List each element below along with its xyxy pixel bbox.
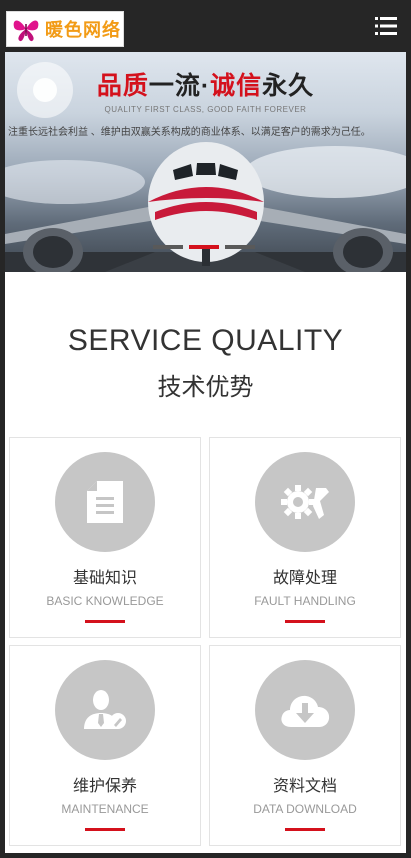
section-title-en: SERVICE QUALITY bbox=[67, 324, 344, 357]
slogan-part-4: 永久 bbox=[262, 72, 315, 100]
service-title-en: BASIC KNOWLEDGE bbox=[46, 594, 164, 608]
service-title-en: MAINTENANCE bbox=[61, 802, 149, 816]
service-card-fault-handling[interactable]: 故障处理 FAULT HANDLING bbox=[209, 437, 401, 638]
cloud-download-icon bbox=[281, 695, 330, 727]
icon-circle bbox=[255, 660, 355, 760]
banner-subtitle: QUALITY FIRST CLASS, GOOD FAITH FOREVER bbox=[104, 105, 307, 114]
service-title-cn: 故障处理 bbox=[272, 570, 337, 587]
service-title-cn: 基础知识 bbox=[72, 570, 137, 587]
slide-dot-2[interactable] bbox=[189, 245, 219, 249]
service-card-data-download[interactable]: 资料文档 DATA DOWNLOAD bbox=[209, 645, 401, 846]
service-title-cn: 维护保养 bbox=[72, 778, 137, 795]
service-title-cn: 资料文档 bbox=[272, 778, 337, 795]
slide-dot-3[interactable] bbox=[225, 245, 255, 249]
slogan-part-3: 诚信 bbox=[210, 72, 263, 100]
accent-bar bbox=[285, 620, 325, 623]
service-section: SERVICE QUALITY 技术优势 基础知识 BASIC KNOWLEDG… bbox=[5, 272, 406, 853]
slide-indicator bbox=[153, 245, 255, 249]
list-menu-icon[interactable] bbox=[375, 16, 397, 36]
document-icon bbox=[87, 481, 123, 523]
accent-bar bbox=[85, 620, 125, 623]
accent-bar bbox=[285, 828, 325, 831]
hero-banner[interactable]: 品质一流·诚信永久 QUALITY FIRST CLASS, GOOD FAIT… bbox=[5, 52, 406, 272]
banner-description: 注重长远社会利益 、维护由双赢关系构成的商业体系、以满足客户的需求为己任。 bbox=[8, 127, 371, 138]
support-person-icon bbox=[84, 690, 126, 729]
gears-icon bbox=[281, 485, 329, 519]
icon-circle bbox=[55, 660, 155, 760]
slide-dot-1[interactable] bbox=[153, 245, 183, 249]
section-title-cn: 技术优势 bbox=[157, 374, 254, 401]
service-card-maintenance[interactable]: 维护保养 MAINTENANCE bbox=[9, 645, 201, 846]
butterfly-logo-icon bbox=[13, 20, 39, 42]
slogan-part-1: 品质 bbox=[96, 72, 149, 100]
header: 暖色网络 bbox=[0, 0, 411, 52]
accent-bar bbox=[85, 828, 125, 831]
service-title-en: DATA DOWNLOAD bbox=[253, 802, 357, 816]
service-title-en: FAULT HANDLING bbox=[254, 594, 356, 608]
slogan-part-2: 一流· bbox=[148, 72, 211, 100]
service-card-basic-knowledge[interactable]: 基础知识 BASIC KNOWLEDGE bbox=[9, 437, 201, 638]
logo[interactable]: 暖色网络 bbox=[6, 11, 124, 47]
icon-circle bbox=[55, 452, 155, 552]
icon-circle bbox=[255, 452, 355, 552]
banner-slogan: 品质一流·诚信永久 bbox=[5, 66, 406, 102]
logo-text: 暖色网络 bbox=[45, 20, 121, 41]
